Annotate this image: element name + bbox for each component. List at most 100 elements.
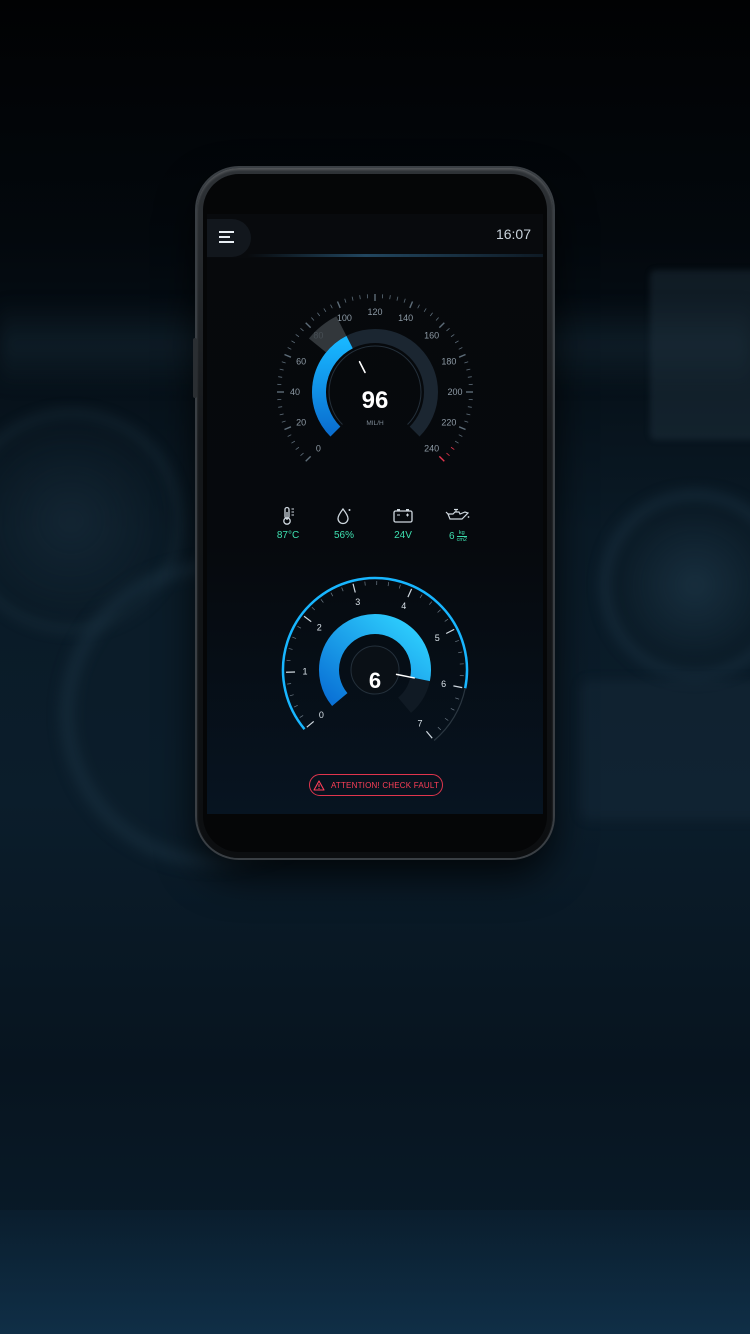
speed-tick-mark	[454, 340, 459, 344]
speed-tick-mark	[295, 334, 300, 338]
status-bar-glow	[247, 254, 543, 257]
menu-button[interactable]	[207, 219, 251, 257]
rpm-tick-mark	[303, 615, 312, 623]
rpm-tick-mark	[425, 730, 433, 739]
battery-value: 24V	[394, 530, 412, 541]
rpm-tick-mark	[330, 592, 334, 597]
rpm-tick-mark	[299, 715, 304, 718]
speed-tick-mark	[438, 322, 445, 329]
rpm-tick-label: 2	[317, 623, 322, 633]
alert-text: ATTENTION! CHECK FAULT	[330, 780, 440, 790]
speed-tick-mark	[279, 413, 284, 416]
rpm-outer-ring-rest	[433, 688, 466, 741]
speed-tick-mark	[458, 426, 466, 431]
speed-tick-label: 100	[337, 313, 352, 323]
status-bar: 16:07	[207, 214, 543, 258]
rpm-value: 6	[369, 668, 381, 693]
speed-tick-mark	[450, 446, 455, 450]
speed-tick-mark	[300, 328, 304, 332]
phone-device: 16:07 0 20 40 60 80 100 120 140 160 180 200 220 240 …	[193, 168, 553, 858]
speed-tick-mark	[409, 301, 414, 309]
speed-tick-mark	[278, 406, 283, 408]
speed-value: 96	[362, 387, 389, 414]
warning-triangle-icon	[313, 779, 325, 791]
rpm-tick-mark	[458, 651, 463, 654]
oil-pressure-readout: 6 kg cm2	[435, 530, 481, 543]
check-fault-alert-button[interactable]: ATTENTION! CHECK FAULT	[309, 774, 443, 796]
rpm-tick-mark	[341, 587, 344, 592]
speed-tick-mark	[305, 322, 312, 329]
speed-tick-mark	[423, 308, 427, 313]
status-time: 16:07	[495, 226, 531, 242]
speed-tick-mark	[467, 376, 472, 378]
rpm-tick-mark	[297, 625, 302, 629]
oil-can-icon	[445, 508, 470, 520]
rpm-tick-mark	[453, 685, 463, 689]
rpm-tick-mark	[437, 726, 442, 731]
rpm-tick-label: 7	[417, 719, 422, 729]
speed-tick-mark	[435, 317, 439, 321]
speed-tick-label: 0	[316, 444, 321, 454]
speed-tick-mark	[278, 376, 283, 378]
rpm-tick-label: 4	[401, 601, 406, 611]
speed-tick-label: 220	[441, 418, 456, 428]
rpm-tick-mark	[437, 609, 441, 613]
oil-pressure-value: 6	[449, 531, 455, 542]
speed-tick-mark	[287, 434, 292, 437]
speed-tick-label: 160	[424, 330, 439, 340]
rpm-tick-mark	[455, 640, 460, 643]
speed-tick-label: 200	[447, 387, 462, 397]
rpm-tick-mark	[292, 636, 297, 639]
speed-tick-label: 40	[290, 387, 300, 397]
speed-tick-mark	[279, 368, 284, 371]
rpm-tick-mark	[407, 588, 413, 598]
speed-tick-mark	[446, 328, 450, 332]
tachometer-dial: 0 1 2 3 4 5 6 7 6	[281, 576, 469, 741]
speed-tick-mark	[287, 347, 292, 350]
tachometer: 0 1 2 3 4 5 6 7 6	[275, 566, 475, 746]
speed-tick-mark	[396, 296, 399, 301]
rpm-tick-mark	[320, 599, 324, 603]
speed-tick-mark	[336, 301, 341, 309]
background-car-interior: 16:07 0 20 40 60 80 100 120 140 160 180 200 220 240 …	[0, 0, 750, 1334]
speed-tick-mark	[305, 455, 312, 462]
phone-side-button	[193, 338, 197, 398]
rpm-tick-mark	[429, 601, 433, 605]
speed-tick-mark	[454, 440, 459, 444]
rpm-tick-label: 0	[319, 710, 324, 720]
speed-tick-mark	[323, 308, 327, 313]
speed-tick-mark	[450, 334, 455, 338]
oil-pressure-indicator: 6 kg cm2	[435, 506, 481, 543]
thermometer-icon	[283, 506, 294, 525]
speedometer-dial: 020406080100120140160180200220240 96 MIL…	[277, 294, 473, 462]
speed-tick-mark	[466, 413, 471, 416]
speed-tick-label: 60	[296, 356, 306, 366]
rpm-tick-mark	[311, 606, 315, 611]
speed-tick-mark	[466, 368, 471, 371]
rpm-tick-mark	[288, 648, 293, 650]
water-drop-icon	[337, 507, 351, 525]
speed-tick-label: 240	[424, 444, 439, 454]
rpm-tick-mark	[293, 705, 298, 708]
rpm-tick-label: 3	[355, 597, 360, 607]
rpm-tick-mark	[289, 694, 294, 697]
rpm-tick-mark	[306, 720, 315, 728]
rpm-tick-mark	[445, 628, 455, 635]
rpm-tick-mark	[419, 594, 423, 599]
speed-tick-mark	[467, 406, 472, 408]
speed-tick-label: 20	[296, 418, 306, 428]
rpm-tick-mark	[387, 582, 390, 587]
speed-needle	[358, 360, 366, 374]
humidity-value: 56%	[333, 530, 354, 541]
speed-tick-label: 180	[441, 356, 456, 366]
speed-tick-mark	[458, 347, 463, 350]
speed-unit: MIL/H	[366, 420, 384, 427]
oil-pressure-unit: kg cm2	[456, 530, 467, 543]
speed-tick-mark	[446, 452, 450, 456]
bg-center-console	[580, 680, 750, 820]
speed-tick-mark	[284, 426, 292, 431]
rpm-tick-label: 6	[441, 679, 446, 689]
bg-infotainment-screen	[650, 270, 750, 440]
speed-tick-mark	[464, 420, 469, 423]
rpm-tick-mark	[287, 683, 292, 685]
